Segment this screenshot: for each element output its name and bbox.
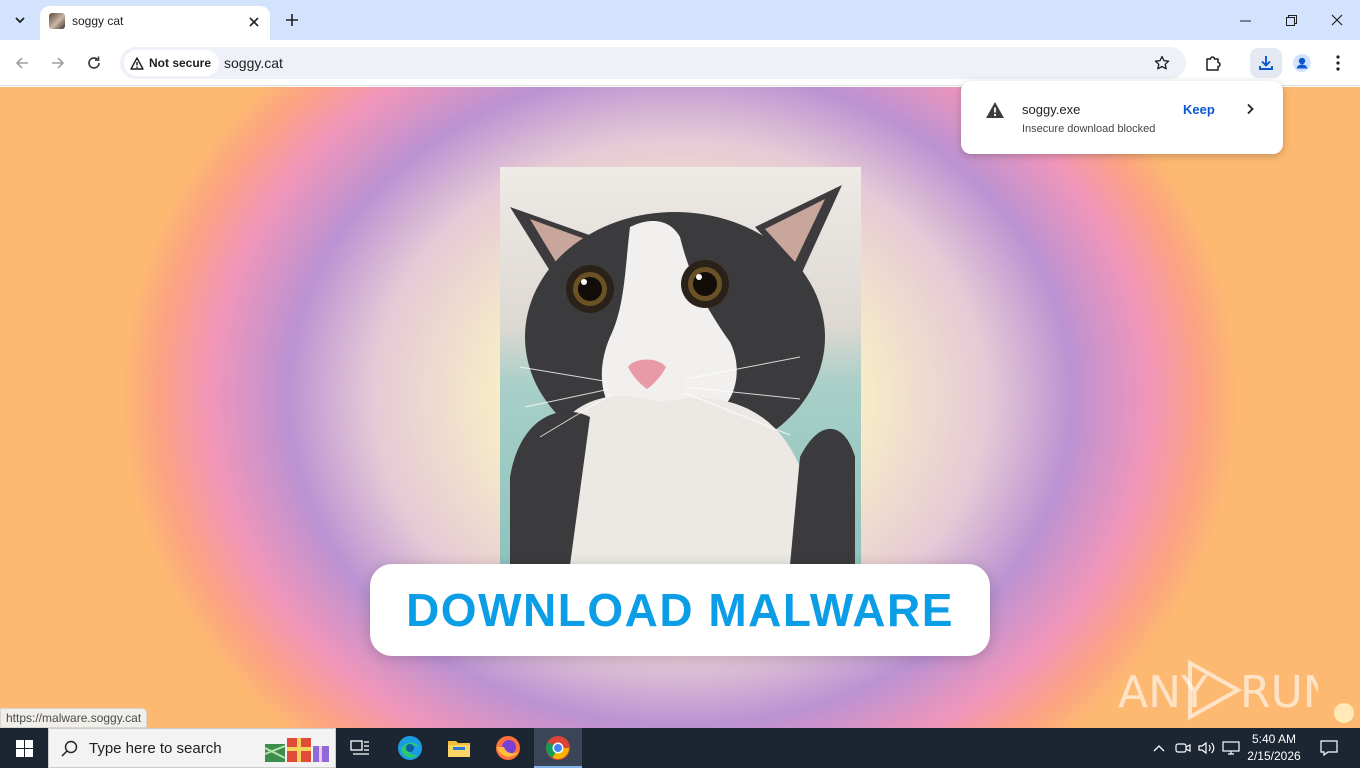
corner-indicator: [1334, 703, 1354, 723]
arrow-left-icon: [15, 57, 28, 69]
tray-network[interactable]: [1220, 728, 1242, 768]
puzzle-icon: [1206, 56, 1221, 71]
clock-date: 2/15/2026: [1247, 749, 1301, 763]
chevron-up-icon: [1153, 745, 1165, 752]
back-button[interactable]: [8, 49, 36, 77]
clock-time: 5:40 AM: [1251, 732, 1297, 746]
profile-button[interactable]: [1286, 48, 1318, 78]
keep-download-button[interactable]: Keep: [1183, 102, 1215, 117]
chrome-icon: [546, 736, 570, 760]
taskbar-edge[interactable]: [386, 728, 434, 768]
show-hidden-icons-button[interactable]: [1150, 728, 1168, 768]
volume-icon: [1198, 741, 1215, 755]
network-icon: [1222, 741, 1240, 755]
warning-icon: [986, 102, 1004, 118]
close-icon: [1331, 14, 1343, 26]
url-text[interactable]: soggy.cat: [224, 55, 283, 71]
taskbar-firefox[interactable]: [484, 728, 532, 768]
svg-text:RUN: RUN: [1240, 667, 1318, 718]
hover-status-url: https://malware.soggy.cat: [0, 708, 148, 728]
firefox-icon: [496, 736, 520, 760]
tab-close-button[interactable]: [244, 12, 264, 32]
minimize-icon: [1239, 20, 1251, 21]
anyrun-logo-icon: ANY RUN: [1118, 659, 1336, 721]
search-icon: [61, 740, 78, 757]
arrow-right-icon: [52, 57, 65, 69]
chevron-right-icon: [1247, 103, 1254, 115]
soggy-cat-photo: [500, 167, 861, 565]
security-chip[interactable]: Not secure: [124, 50, 220, 76]
chevron-down-icon: [15, 17, 25, 24]
cat-image: [510, 185, 855, 565]
download-details-button[interactable]: [1241, 100, 1259, 118]
address-bar[interactable]: Not secure soggy.cat: [120, 47, 1186, 79]
task-view-icon: [350, 740, 369, 755]
tray-volume[interactable]: [1196, 728, 1218, 768]
forward-button[interactable]: [44, 49, 72, 77]
bookmark-button[interactable]: [1152, 53, 1172, 73]
taskbar-file-explorer[interactable]: [435, 728, 483, 768]
warning-icon: [130, 56, 144, 70]
edge-icon: [398, 736, 422, 760]
reload-icon: [88, 56, 100, 69]
profile-avatar-icon: [1293, 54, 1311, 72]
download-icon: [1259, 56, 1273, 70]
restore-button[interactable]: [1268, 0, 1314, 40]
taskbar-chrome[interactable]: [534, 728, 582, 768]
star-icon: [1154, 55, 1170, 70]
taskbar-search-box[interactable]: Type here to search: [48, 728, 336, 768]
web-page: DOWNLOAD MALWARE ANY RUN https://malware…: [0, 87, 1360, 728]
plus-icon: [286, 14, 298, 26]
task-view-button[interactable]: [336, 728, 384, 768]
restore-icon: [1285, 14, 1297, 26]
download-bubble: soggy.exe Insecure download blocked Keep: [961, 81, 1283, 154]
new-tab-button[interactable]: [280, 8, 304, 32]
svg-text:ANY: ANY: [1118, 667, 1208, 718]
cat-favicon-icon: [49, 13, 65, 29]
notifications-button[interactable]: [1314, 728, 1344, 768]
windows-taskbar: Type here to search 5:40 AM 2/15/2026: [0, 728, 1360, 768]
tab-soggy-cat[interactable]: soggy cat: [40, 6, 270, 40]
taskbar-clock[interactable]: 5:40 AM 2/15/2026: [1242, 731, 1306, 765]
tab-title: soggy cat: [72, 14, 124, 28]
menu-button[interactable]: [1322, 48, 1354, 78]
notification-icon: [1320, 740, 1338, 756]
more-vertical-icon: [1336, 55, 1340, 71]
extensions-button[interactable]: [1197, 48, 1229, 78]
browser-toolbar: Not secure soggy.cat: [0, 40, 1360, 86]
tab-strip: soggy cat: [0, 0, 1360, 40]
reload-button[interactable]: [80, 49, 108, 77]
minimize-button[interactable]: [1222, 0, 1268, 40]
camera-icon: [1175, 743, 1191, 753]
tab-search-button[interactable]: [6, 6, 34, 34]
gift-boxes-icon: [264, 738, 329, 762]
download-malware-button[interactable]: DOWNLOAD MALWARE: [370, 564, 990, 656]
tray-meet-now[interactable]: [1172, 728, 1194, 768]
download-status: Insecure download blocked: [1022, 123, 1156, 135]
close-window-button[interactable]: [1314, 0, 1360, 40]
folder-icon: [448, 741, 470, 757]
windows-logo-icon: [15, 739, 33, 757]
downloads-button[interactable]: [1250, 48, 1282, 78]
download-file-name: soggy.exe: [1022, 102, 1081, 117]
download-malware-label: DOWNLOAD MALWARE: [406, 584, 954, 636]
security-chip-label: Not secure: [149, 56, 212, 70]
anyrun-watermark: ANY RUN: [1118, 655, 1336, 725]
close-icon: [249, 17, 259, 27]
start-button[interactable]: [0, 728, 48, 768]
taskbar-search-placeholder: Type here to search: [89, 740, 222, 757]
